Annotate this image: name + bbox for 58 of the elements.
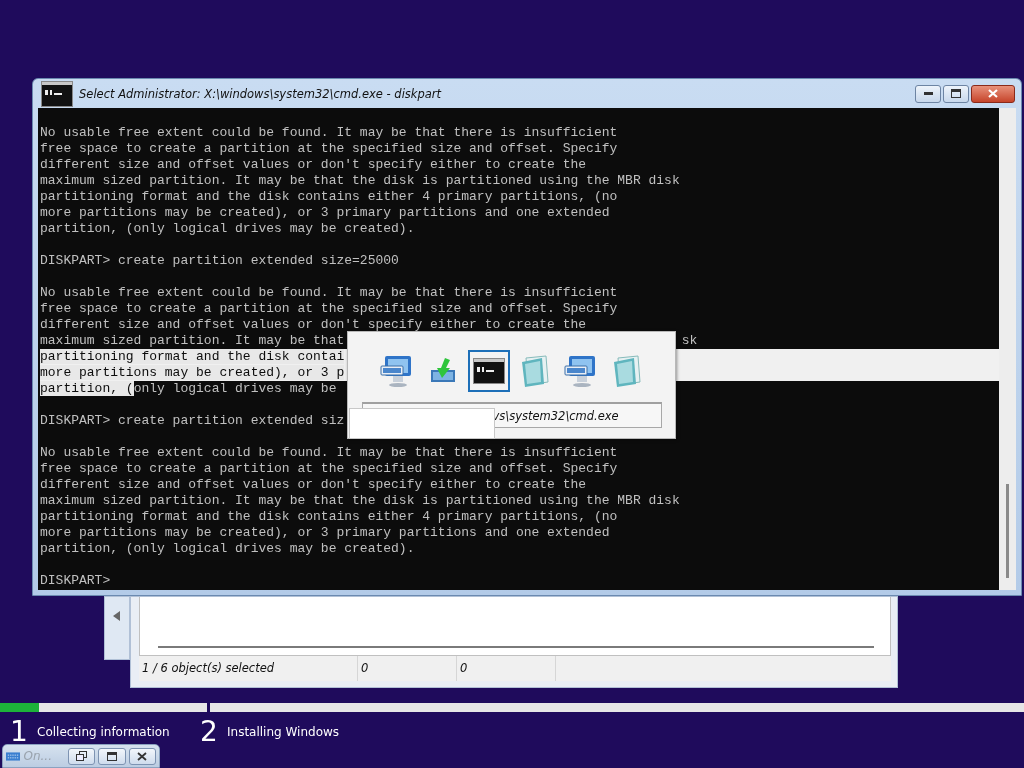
step-number: 1 bbox=[10, 720, 29, 744]
maximize-button[interactable] bbox=[98, 747, 126, 765]
console-text: free space to create a partition at the specified size and offset. Specify bbox=[40, 461, 618, 476]
status-text: 0 bbox=[457, 656, 556, 681]
console-text: partitioning format and the disk contains either 4 primary partitions, (no bbox=[40, 509, 618, 524]
maximize-button[interactable] bbox=[943, 84, 969, 103]
console-text: free space to create a partition at the specified size and offset. Specify bbox=[40, 141, 618, 156]
console-text: sk bbox=[681, 333, 698, 349]
monitor-keyboard-icon bbox=[379, 354, 414, 388]
console-icon bbox=[472, 358, 505, 384]
horizontal-scrollbar[interactable] bbox=[158, 646, 874, 648]
minimize-icon bbox=[923, 92, 933, 95]
console-text: different size and offset values or don't specify either to create the bbox=[40, 157, 587, 172]
keyboard-icon bbox=[6, 751, 21, 761]
console-text: No usable free extent could be found. It may be that there is insufficient bbox=[40, 445, 618, 460]
monitor-keyboard-icon bbox=[563, 354, 598, 388]
scrollbar-thumb[interactable] bbox=[1006, 484, 1009, 578]
console-text: partition, (only logical drives may be created). bbox=[40, 221, 415, 236]
window-title: Select Administrator: X:\windows\system32\cmd.exe - diskpart bbox=[79, 86, 443, 101]
console-text: different size and offset values or don't specify either to create the bbox=[40, 317, 587, 332]
console-text: No usable free extent could be found. It may be that there is insufficient bbox=[40, 285, 618, 300]
console-text: maximum sized partition. It may be that the disk is partitioned using the MBR disk bbox=[40, 173, 680, 188]
restore-button[interactable] bbox=[68, 747, 96, 765]
console-text: DISKPART> create partition extended size=25000 bbox=[40, 253, 399, 268]
close-button[interactable] bbox=[971, 84, 1015, 103]
console-text: DISKPART> bbox=[40, 573, 111, 588]
console-text: more partitions may be created), or 3 primary partitions and one extended bbox=[40, 205, 610, 220]
status-text: 1 / 6 object(s) selected bbox=[139, 656, 358, 681]
scroll-left-icon[interactable] bbox=[113, 611, 121, 621]
console-text: maximum sized partition. It may be that the disk is partitioned using the MBR disk bbox=[40, 493, 680, 508]
minimize-button[interactable] bbox=[915, 84, 941, 103]
window-caption: vs\system32\cmd.exe bbox=[492, 408, 619, 423]
console-text: DISKPART> create partition extended siz bbox=[40, 413, 345, 428]
close-icon bbox=[988, 89, 998, 98]
vertical-scrollbar[interactable] bbox=[999, 108, 1016, 590]
console-text: partition, (only logical drives may be created). bbox=[40, 541, 415, 556]
close-button[interactable] bbox=[128, 747, 156, 765]
minimized-title: On... bbox=[23, 749, 53, 763]
restore-icon bbox=[76, 751, 88, 761]
step-label: Collecting information bbox=[37, 725, 170, 739]
maximize-icon bbox=[951, 89, 961, 98]
console-text: free space to create a partition at the specified size and offset. Specify bbox=[40, 301, 618, 316]
console-text: only logical drives may be bbox=[133, 381, 337, 396]
close-icon bbox=[137, 751, 148, 761]
notepad-icon bbox=[519, 354, 550, 388]
console-text: different size and offset values or don't specify either to create the bbox=[40, 477, 587, 492]
console-text: partitioning format and the disk contains either 4 primary partitions, (no bbox=[40, 189, 618, 204]
step-number: 2 bbox=[200, 720, 219, 744]
console-text: maximum sized partition. It may be that bbox=[40, 333, 345, 348]
maximize-icon bbox=[107, 751, 118, 761]
status-text: 0 bbox=[358, 656, 457, 681]
console-text: partition, ( bbox=[40, 381, 134, 396]
console-text: No usable free extent could be found. It may be that there is insufficient bbox=[40, 125, 618, 140]
step-label: Installing Windows bbox=[227, 725, 340, 739]
console-text: more partitions may be created), or 3 p bbox=[40, 365, 345, 380]
console-text: more partitions may be created), or 3 primary partitions and one extended bbox=[40, 525, 610, 540]
notepad-icon bbox=[611, 354, 642, 388]
console-text: partitioning format and the disk contai bbox=[40, 349, 345, 364]
